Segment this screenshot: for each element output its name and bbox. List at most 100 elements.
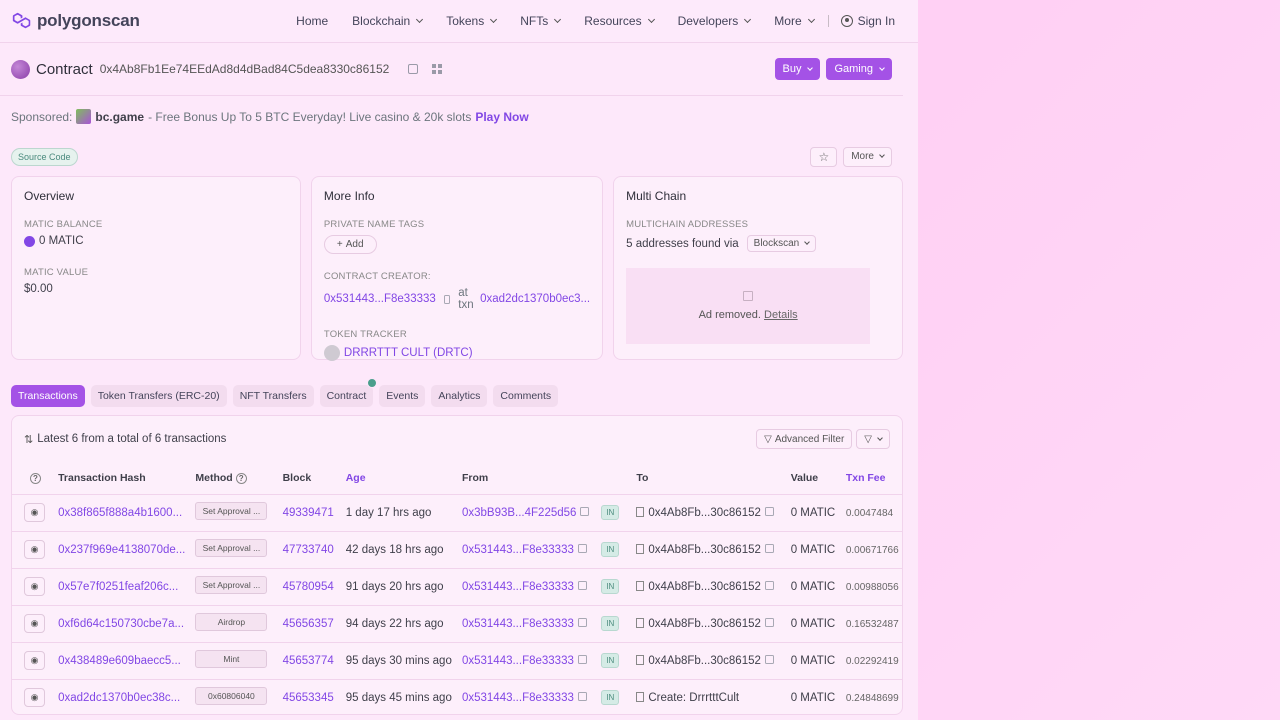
favorite-button[interactable]: ☆ [810,146,838,167]
qr-code-icon[interactable] [432,64,443,74]
tx-summary-text: Latest 6 from a total of 6 transactions [37,433,227,445]
nav-blockchain[interactable]: Blockchain [340,14,434,28]
block-link[interactable]: 45653345 [283,692,334,704]
copy-icon[interactable] [764,543,774,553]
tab-contract[interactable]: Contract [319,378,378,407]
tx-hash-link[interactable]: 0x438489e609baecc5... [58,655,181,667]
nav-developers[interactable]: Developers [666,14,763,28]
badge-actions: ☆ More [810,146,892,167]
document-icon [636,506,645,517]
eye-cell: ◉ [12,679,54,716]
transactions-card: ⇅ Latest 6 from a total of 6 transaction… [11,415,903,715]
add-tag-button[interactable]: + Add [323,235,377,254]
eye-cell: ◉ [12,605,55,643]
copy-icon[interactable] [764,617,774,627]
nav-home[interactable]: Home [284,14,340,28]
copy-icon[interactable] [577,580,587,590]
block-link[interactable]: 47733740 [283,544,334,556]
creator-txn-link[interactable]: 0xad2dc1370b0ec3... [480,293,590,305]
nav-more[interactable]: More [762,14,825,28]
from-link[interactable]: 0x3bB93B...4F225d56 [462,507,576,519]
age-cell: 91 days 20 hrs ago [341,568,458,606]
eye-icon[interactable]: ◉ [24,688,45,708]
sponsor-name[interactable]: bc.game [95,110,144,124]
block-link[interactable]: 45780954 [283,581,334,593]
multichain-value: 5 addresses found via Blockscan [626,235,890,252]
fee-cell: 0.00988056 [841,568,902,606]
sign-in-button[interactable]: Sign In [831,14,907,28]
from-cell: 0x531443...F8e33333 [457,568,598,606]
to-value[interactable]: 0x4Ab8Fb...30c86152 [648,544,761,556]
creator-link[interactable]: 0x531443...F8e33333 [324,293,436,305]
eye-icon[interactable]: ◉ [24,614,45,633]
token-tracker-label: TOKEN TRACKER [323,329,407,340]
ad-details-link[interactable]: Details [764,309,798,321]
nav-resources[interactable]: Resources [572,14,665,28]
logo[interactable]: polygonscan [11,10,140,32]
direction-cell: IN [597,494,633,532]
tab-events[interactable]: Events [379,385,426,407]
tx-hash-link[interactable]: 0x57e7f0251feaf206c... [58,581,178,593]
to-value[interactable]: 0x4Ab8Fb...30c86152 [648,507,761,519]
header-age[interactable]: Age [341,462,458,495]
tab-contract-label: Contract [326,390,367,402]
more-options-button[interactable]: More [843,146,892,167]
from-link[interactable]: 0x531443...F8e33333 [462,544,574,556]
block-cell: 45653345 [279,679,342,716]
play-now-link[interactable]: Play Now [475,110,528,124]
from-link[interactable]: 0x531443...F8e33333 [462,692,574,704]
copy-icon[interactable] [580,506,590,516]
tab-transactions[interactable]: Transactions [11,385,85,407]
help-icon[interactable]: ? [30,472,41,484]
copy-icon[interactable] [577,691,587,701]
age-cell: 95 days 30 mins ago [341,642,458,680]
tab-nft-transfers[interactable]: NFT Transfers [232,385,314,407]
copy-icon[interactable] [577,543,587,553]
direction-badge: IN [601,579,620,594]
token-link[interactable]: DRRRTTT CULT (DRTC) [344,347,473,359]
user-icon [840,15,853,27]
creator-value: 0x531443...F8e33333 at txn 0xad2dc1370b0… [324,287,590,311]
tab-analytics[interactable]: Analytics [431,385,488,407]
chevron-down-icon [490,15,498,24]
tab-token-transfers[interactable]: Token Transfers (ERC-20) [90,385,227,407]
copy-icon[interactable] [577,617,587,627]
info-icon[interactable]: ? [235,472,247,484]
from-link[interactable]: 0x531443...F8e33333 [462,581,574,593]
page-title: Contract [36,60,93,78]
tx-hash-link[interactable]: 0x38f865f888a4b1600... [58,507,182,519]
nav-tokens[interactable]: Tokens [434,14,508,28]
buy-button[interactable]: Buy [774,58,821,80]
eye-icon[interactable]: ◉ [24,503,45,522]
eye-icon[interactable]: ◉ [24,651,45,670]
block-link[interactable]: 49339471 [283,507,334,519]
block-link[interactable]: 45653774 [283,655,334,667]
multichain-label: MULTICHAIN ADDRESSES [626,219,749,230]
block-link[interactable]: 45656357 [283,618,334,630]
tx-hash-link[interactable]: 0xf6d64c150730cbe7a... [58,618,184,630]
tx-hash-link[interactable]: 0xad2dc1370b0ec38c... [58,692,180,704]
block-cell: 49339471 [278,494,342,532]
copy-icon[interactable] [408,64,419,74]
blockscan-dropdown[interactable]: Blockscan [746,235,817,252]
copy-icon[interactable] [443,294,451,304]
tab-comments[interactable]: Comments [493,385,559,407]
to-value[interactable]: 0x4Ab8Fb...30c86152 [648,581,761,593]
tx-hash-link[interactable]: 0x237f969e4138070de... [58,544,185,556]
to-value[interactable]: 0x4Ab8Fb...30c86152 [648,655,761,667]
header-fee[interactable]: Txn Fee [841,462,902,495]
copy-icon[interactable] [577,654,587,664]
eye-icon[interactable]: ◉ [24,540,45,559]
fee-cell: 0.24848699 [842,679,902,716]
filter-dropdown-button[interactable]: ▽ [856,429,890,449]
advanced-filter-button[interactable]: ▽ Advanced Filter [756,429,853,449]
copy-icon[interactable] [764,654,774,664]
nav-nfts[interactable]: NFTs [508,14,572,28]
copy-icon[interactable] [764,506,774,516]
to-value[interactable]: 0x4Ab8Fb...30c86152 [648,618,761,630]
from-link[interactable]: 0x531443...F8e33333 [462,655,574,667]
gaming-button[interactable]: Gaming [826,58,892,80]
eye-icon[interactable]: ◉ [24,577,45,596]
copy-icon[interactable] [764,580,774,590]
from-link[interactable]: 0x531443...F8e33333 [462,618,574,630]
